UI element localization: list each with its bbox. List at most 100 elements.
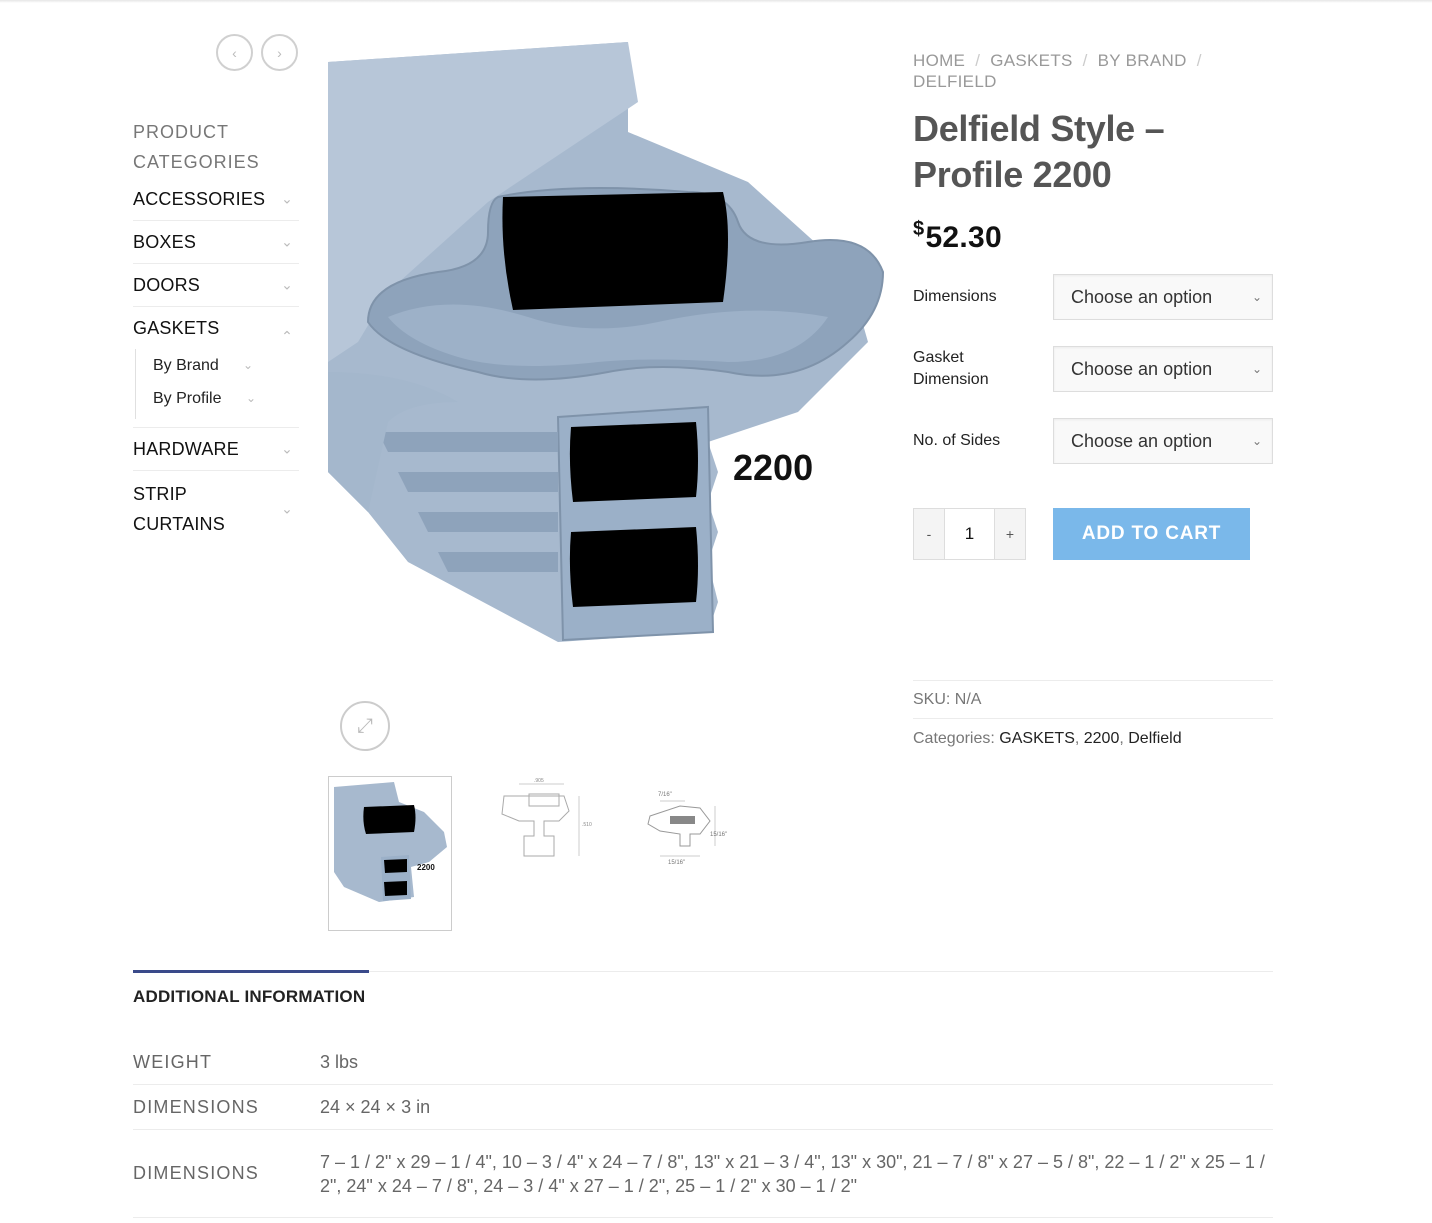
table-row: DIMENSIONS 24 × 24 × 3 in bbox=[133, 1084, 1273, 1130]
subcategory-by-brand[interactable]: By Brand ⌄ bbox=[153, 349, 299, 382]
chevron-down-icon[interactable]: ⌄ bbox=[279, 441, 295, 458]
price-amount: 52.30 bbox=[925, 221, 1003, 254]
variation-no-of-sides: No. of Sides Choose an option ⌄ bbox=[913, 418, 1273, 490]
tab-additional-information[interactable]: ADDITIONAL INFORMATION bbox=[133, 970, 369, 1007]
chevron-down-icon[interactable]: ⌄ bbox=[279, 191, 295, 208]
category-link-gaskets[interactable]: GASKETS bbox=[999, 730, 1075, 747]
categories-label: Categories: bbox=[913, 730, 995, 747]
add-to-cart-form: - 1 + ADD TO CART bbox=[913, 508, 1250, 560]
main-product-image[interactable]: 2200 bbox=[328, 42, 885, 642]
product-title: Delfield Style – Profile 2200 bbox=[913, 108, 1165, 195]
sku-row: SKU: N/A bbox=[913, 680, 1273, 718]
breadcrumb-delfield[interactable]: DELFIELD bbox=[913, 72, 997, 91]
breadcrumb-by-brand[interactable]: BY BRAND bbox=[1098, 51, 1187, 70]
diagram-label: .905 bbox=[534, 778, 544, 784]
diagram-label: .510 bbox=[582, 822, 592, 828]
thumbnail-3[interactable]: 7/16" 15/16" 15/16" bbox=[640, 776, 764, 931]
additional-information-table: WEIGHT 3 lbs DIMENSIONS 24 × 24 × 3 in D… bbox=[133, 1040, 1273, 1218]
categories-row: Categories: GASKETS, 2200, Delfield bbox=[913, 718, 1273, 757]
category-accessories[interactable]: ACCESSORIES ⌄ bbox=[133, 178, 299, 221]
categories-heading: PRODUCT CATEGORIES bbox=[133, 122, 260, 172]
variation-label: Gasket Dimension bbox=[913, 349, 989, 388]
breadcrumb: HOME / GASKETS / BY BRAND / DELFIELD bbox=[913, 50, 1273, 92]
attribute-name: DIMENSIONS bbox=[133, 1084, 320, 1130]
dimensions-select[interactable]: Choose an option ⌄ bbox=[1053, 274, 1273, 320]
chevron-down-icon[interactable]: ⌄ bbox=[279, 501, 295, 518]
breadcrumb-home[interactable]: HOME bbox=[913, 51, 965, 70]
chevron-up-icon[interactable]: ⌃ bbox=[279, 328, 295, 345]
gasket-dimension-select[interactable]: Choose an option ⌄ bbox=[1053, 346, 1273, 392]
increase-quantity-button[interactable]: + bbox=[994, 508, 1026, 560]
breadcrumb-separator: / bbox=[975, 51, 981, 70]
category-link-delfield[interactable]: Delfield bbox=[1128, 730, 1181, 747]
category-label[interactable]: DOORS bbox=[133, 272, 253, 298]
category-doors[interactable]: DOORS ⌄ bbox=[133, 264, 299, 307]
diagram-label: 15/16" bbox=[668, 860, 685, 866]
category-link-2200[interactable]: 2200 bbox=[1084, 730, 1120, 747]
subcategory-label[interactable]: By Profile bbox=[153, 390, 221, 407]
add-to-cart-button[interactable]: ADD TO CART bbox=[1053, 508, 1250, 560]
no-of-sides-select[interactable]: Choose an option ⌄ bbox=[1053, 418, 1273, 464]
attribute-value: 7 – 1 / 2" x 29 – 1 / 4", 10 – 3 / 4" x … bbox=[320, 1129, 1273, 1218]
quantity-stepper: - 1 + bbox=[913, 508, 1026, 560]
diagram-label: 15/16" bbox=[710, 832, 727, 838]
sku-label: SKU: bbox=[913, 691, 951, 708]
category-strip-curtains[interactable]: STRIP CURTAINS ⌄ bbox=[133, 471, 299, 547]
next-arrow-icon[interactable]: › bbox=[261, 34, 298, 71]
chevron-down-icon: ⌄ bbox=[1251, 362, 1262, 376]
category-label[interactable]: STRIP CURTAINS bbox=[133, 479, 253, 539]
quantity-input[interactable]: 1 bbox=[945, 508, 994, 560]
chevron-down-icon[interactable]: ⌄ bbox=[243, 349, 253, 382]
subcategory-label[interactable]: By Brand bbox=[153, 357, 219, 374]
product-tabs: ADDITIONAL INFORMATION bbox=[133, 970, 1273, 1006]
sku-value: N/A bbox=[954, 691, 982, 708]
select-value: Choose an option bbox=[1071, 287, 1213, 307]
attribute-value: 24 × 24 × 3 in bbox=[320, 1084, 1273, 1130]
table-row: WEIGHT 3 lbs bbox=[133, 1040, 1273, 1085]
chevron-down-icon[interactable]: ⌄ bbox=[279, 277, 295, 294]
category-list: ACCESSORIES ⌄ BOXES ⌄ DOORS ⌄ GASKETS ⌃ … bbox=[133, 178, 299, 547]
chevron-down-icon[interactable]: ⌄ bbox=[279, 234, 295, 251]
thumbnail-2[interactable]: .905 .510 bbox=[484, 776, 608, 931]
expand-icon[interactable]: ⤢ bbox=[340, 701, 390, 751]
table-row: DIMENSIONS 7 – 1 / 2" x 29 – 1 / 4", 10 … bbox=[133, 1129, 1273, 1218]
product-meta: SKU: N/A Categories: GASKETS, 2200, Delf… bbox=[913, 680, 1273, 757]
breadcrumb-gaskets[interactable]: GASKETS bbox=[990, 51, 1072, 70]
variation-options: Dimensions Choose an option ⌄ Gasket Dim… bbox=[913, 274, 1273, 490]
thumbnail-strip: 2200 .905 .510 7/16" 15/16" 15/16" bbox=[328, 776, 796, 931]
product-price: $52.30 bbox=[913, 218, 1273, 255]
variation-label: No. of Sides bbox=[913, 432, 1001, 449]
category-label[interactable]: ACCESSORIES bbox=[133, 186, 265, 212]
breadcrumb-separator: / bbox=[1082, 51, 1088, 70]
category-hardware[interactable]: HARDWARE ⌄ bbox=[133, 428, 299, 471]
decrease-quantity-button[interactable]: - bbox=[913, 508, 945, 560]
previous-arrow-icon[interactable]: ‹ bbox=[216, 34, 253, 71]
header-shadow bbox=[0, 0, 1432, 3]
subcategory-by-profile[interactable]: By Profile ⌄ bbox=[153, 382, 299, 415]
gallery-nav: ‹ › bbox=[216, 34, 298, 71]
chevron-down-icon: ⌄ bbox=[1251, 290, 1262, 304]
thumbnail-label: 2200 bbox=[417, 863, 435, 872]
category-label[interactable]: GASKETS bbox=[133, 315, 253, 341]
category-label[interactable]: HARDWARE bbox=[133, 436, 253, 462]
profile-number-label: 2200 bbox=[733, 447, 813, 488]
attribute-value: 3 lbs bbox=[320, 1040, 1273, 1085]
diagram-label: 7/16" bbox=[658, 792, 672, 798]
attribute-name: WEIGHT bbox=[133, 1040, 320, 1085]
thumbnail-1[interactable]: 2200 bbox=[328, 776, 452, 931]
variation-label: Dimensions bbox=[913, 288, 997, 305]
chevron-down-icon: ⌄ bbox=[1251, 434, 1262, 448]
gasket-profile-illustration: 2200 bbox=[328, 42, 885, 642]
gaskets-subcategories: By Brand ⌄ By Profile ⌄ bbox=[135, 349, 299, 419]
variation-gasket-dimension: Gasket Dimension Choose an option ⌄ bbox=[913, 346, 1273, 418]
attribute-name: DIMENSIONS bbox=[133, 1129, 320, 1218]
currency-symbol: $ bbox=[913, 218, 925, 240]
chevron-down-icon[interactable]: ⌄ bbox=[246, 382, 256, 415]
select-value: Choose an option bbox=[1071, 431, 1213, 451]
category-gaskets[interactable]: GASKETS ⌃ By Brand ⌄ By Profile ⌄ bbox=[133, 307, 299, 428]
category-boxes[interactable]: BOXES ⌄ bbox=[133, 221, 299, 264]
select-value: Choose an option bbox=[1071, 359, 1213, 379]
category-label[interactable]: BOXES bbox=[133, 229, 253, 255]
variation-dimensions: Dimensions Choose an option ⌄ bbox=[913, 274, 1273, 346]
breadcrumb-separator: / bbox=[1196, 51, 1202, 70]
